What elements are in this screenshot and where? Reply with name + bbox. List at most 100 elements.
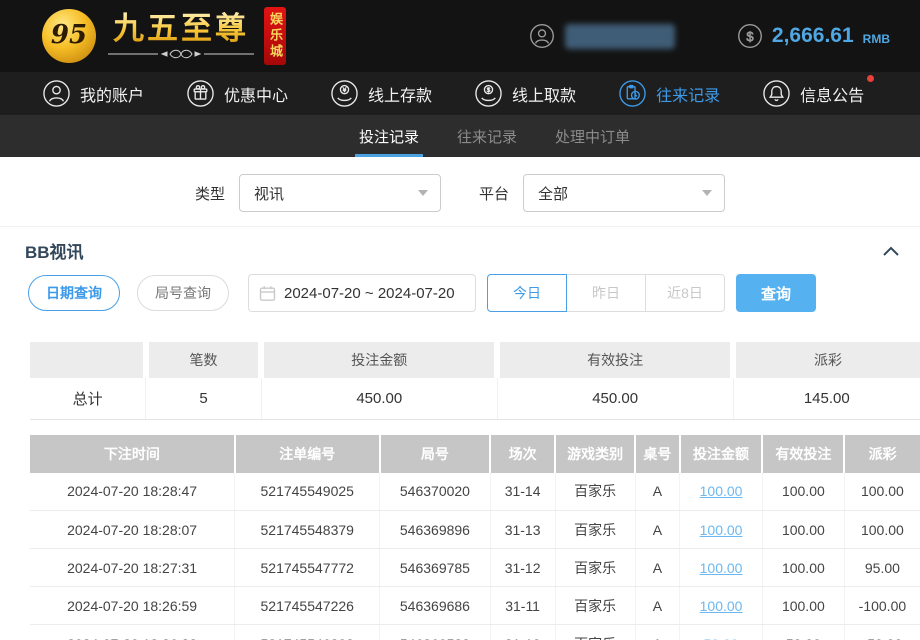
top-header: 95 九五至尊 娱乐城 $ [0,0,920,72]
summary-total-label: 总计 [30,378,146,419]
date-range-input[interactable]: 2024-07-20 ~ 2024-07-20 [248,274,476,312]
bet-amount-link[interactable]: 100.00 [700,560,743,576]
svg-text:$: $ [746,29,754,44]
cell-session: 31-10 [490,625,555,640]
quick-range-group: 今日 昨日 近8日 [487,274,725,312]
cell-round-no: 546369896 [380,511,490,549]
cell-bet-time: 2024-07-20 18:28:47 [30,473,235,511]
bet-amount-link[interactable]: 100.00 [700,522,743,538]
cell-session: 31-11 [490,587,555,625]
col-header-game-type: 游戏类别 [555,435,635,473]
yesterday-button[interactable]: 昨日 [566,274,646,312]
tab-processing-orders[interactable]: 处理中订单 [551,115,634,157]
bet-table-body: 2024-07-20 18:28:47521745549025546370020… [30,473,920,640]
date-range-value: 2024-07-20 ~ 2024-07-20 [284,285,455,302]
cell-bet-time: 2024-07-20 18:26:59 [30,587,235,625]
nav-promotions[interactable]: 优惠中心 [186,79,288,108]
records-icon [618,79,647,108]
col-header-bet-amount: 投注金额 [680,435,763,473]
col-header-valid-bet: 有效投注 [762,435,844,473]
cell-bet-amount: 100.00 [680,549,763,587]
nav-withdraw[interactable]: $ 线上取款 [474,79,576,108]
cell-payout: 100.00 [844,511,920,549]
cell-game-type: 百家乐 [555,625,635,640]
logo-emblem-icon: 95 [42,9,96,63]
table-row: 2024-07-20 18:28:47521745549025546370020… [30,473,920,511]
cell-order-no: 521745547772 [235,549,380,587]
date-query-button[interactable]: 日期查询 [28,275,120,311]
cell-valid-bet: 100.00 [762,549,844,587]
cell-payout: -50.00 [844,625,920,640]
nav-deposit[interactable]: ¥ 线上存款 [330,79,432,108]
deposit-icon: ¥ [330,79,359,108]
logo-emblem-text: 95 [51,20,87,50]
cell-session: 31-14 [490,473,555,511]
nav-label: 线上存款 [368,82,432,106]
table-row: 2024-07-20 18:27:31521745547772546369785… [30,549,920,587]
cell-round-no: 546369583 [380,625,490,640]
cell-bet-amount: 100.00 [680,473,763,511]
nav-announcements[interactable]: 信息公告 [762,79,864,108]
chevron-down-icon [418,190,428,196]
cell-game-type: 百家乐 [555,473,635,511]
last-8-days-button[interactable]: 近8日 [645,274,725,312]
table-row: 2024-07-20 18:26:32521745546803546369583… [30,625,920,640]
nav-label: 我的账户 [80,82,144,106]
cell-valid-bet: 100.00 [762,473,844,511]
cell-bet-time: 2024-07-20 18:27:31 [30,549,235,587]
platform-select[interactable]: 全部 [523,174,725,212]
platform-filter-label: 平台 [479,183,509,204]
nav-my-account[interactable]: 我的账户 [42,79,144,108]
calendar-icon [259,285,276,302]
tab-bet-records[interactable]: 投注记录 [355,115,423,157]
site-logo[interactable]: 95 九五至尊 娱乐城 [42,7,314,65]
nav-records[interactable]: 往来记录 [618,79,720,108]
cell-round-no: 546370020 [380,473,490,511]
withdraw-icon: $ [474,79,503,108]
cell-valid-bet: 100.00 [762,587,844,625]
table-row: 2024-07-20 18:28:07521745548379546369896… [30,511,920,549]
summary-header-bet-amount: 投注金额 [261,342,497,378]
cell-bet-amount: 100.00 [680,587,763,625]
summary-valid-bet-value: 450.00 [497,378,733,419]
type-select-value: 视讯 [254,183,418,204]
round-query-button[interactable]: 局号查询 [137,275,229,311]
search-button[interactable]: 查询 [736,274,816,312]
nav-label: 信息公告 [800,82,864,106]
summary-header-count: 笔数 [146,342,262,378]
cell-game-type: 百家乐 [555,549,635,587]
tab-transaction-records[interactable]: 往来记录 [453,115,521,157]
cell-order-no: 521745547226 [235,587,380,625]
cell-payout: -100.00 [844,587,920,625]
chevron-up-icon[interactable] [882,245,900,257]
cell-bet-time: 2024-07-20 18:28:07 [30,511,235,549]
section-title: BB视讯 [25,238,84,263]
logo-flourish-icon [106,48,256,60]
bet-amount-link[interactable]: 100.00 [700,598,743,614]
user-account[interactable] [529,23,675,49]
cell-valid-bet: 50.00 [762,625,844,640]
balance-currency: RMB [863,32,890,46]
nav-label: 优惠中心 [224,82,288,106]
bet-amount-link[interactable]: 100.00 [700,483,743,499]
brand-wrap: 九五至尊 [106,12,256,60]
cell-order-no: 521745549025 [235,473,380,511]
summary-count-value: 5 [146,378,262,419]
today-button[interactable]: 今日 [487,274,567,312]
bet-amount-link[interactable]: 50.00 [704,636,739,640]
type-select[interactable]: 视讯 [239,174,441,212]
col-header-session: 场次 [490,435,555,473]
col-header-order-no: 注单编号 [235,435,380,473]
balance-amount: 2,666.61 [772,24,854,48]
balance[interactable]: $ 2,666.61 RMB [737,23,890,49]
user-icon [42,79,71,108]
bet-table-header-row: 下注时间注单编号局号场次游戏类别桌号投注金额有效投注派彩 [30,435,920,473]
cell-order-no: 521745548379 [235,511,380,549]
cell-table-no: A [635,549,680,587]
cell-round-no: 546369785 [380,549,490,587]
cell-game-type: 百家乐 [555,587,635,625]
filter-row: 类型 视讯 平台 全部 [0,157,920,212]
chevron-down-icon [702,190,712,196]
table-row: 2024-07-20 18:26:59521745547226546369686… [30,587,920,625]
sub-tabs: 投注记录 往来记录 处理中订单 [0,115,920,157]
